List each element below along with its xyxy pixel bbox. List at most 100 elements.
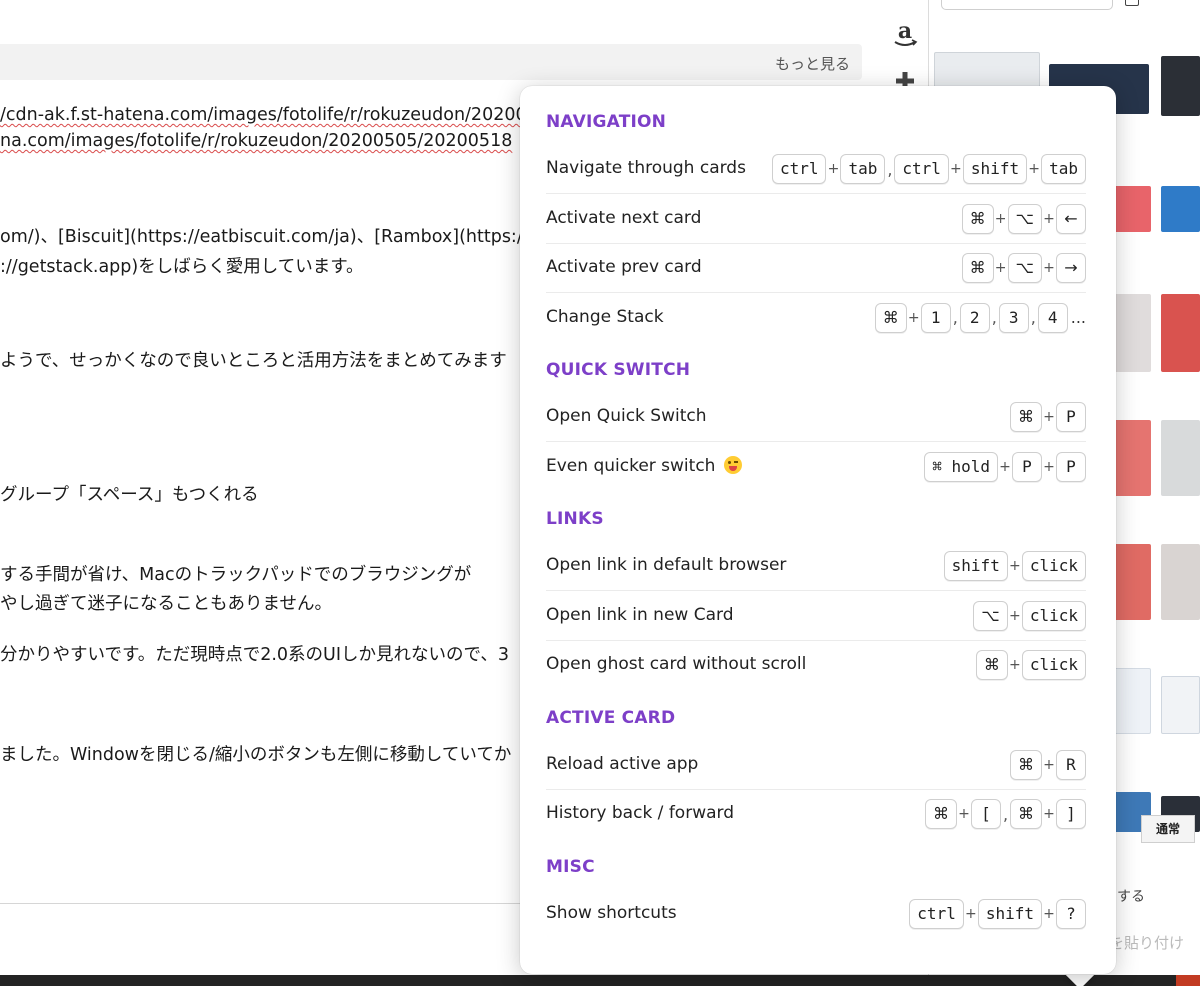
key-cap: → [1056, 253, 1086, 283]
section-title-quick-switch: QUICK SWITCH [546, 360, 691, 380]
shortcut-row-activate-prev-card: Activate prev card ⌘ + ⌥ + → [546, 244, 1086, 293]
key-cap: ⌘ [925, 799, 957, 829]
shortcut-keys: ⌘ hold + P + P [924, 451, 1086, 482]
key-cap: ⌘ [961, 253, 994, 283]
normal-mode-button[interactable]: 通常 [1141, 815, 1195, 843]
shortcut-keys: ctrl + shift +? [909, 898, 1086, 929]
keyboard-shortcuts-popup: NAVIGATION Navigate through cards ctrl + tab… [520, 86, 1116, 974]
more-link[interactable]: もっと見る [775, 53, 850, 74]
key-separator-plus: + [1043, 260, 1055, 276]
shortcut-keys: ctrl + tab, ctrl + shift + tab [771, 154, 1086, 184]
editor-line: する手間が省け、Macのトラックパッドでのブラウジングが [0, 565, 472, 585]
key-cap: 2 [959, 302, 990, 333]
image-source-select[interactable] [941, 0, 1113, 10]
key-cap: ← [1056, 203, 1086, 234]
key-cap: P [1056, 402, 1086, 432]
shortcut-keys: ⌘ + P [1010, 402, 1086, 432]
key-cap: ⌥ [1007, 253, 1042, 283]
key-separator-plus: + [950, 161, 962, 177]
image-thumbnail[interactable] [1161, 294, 1200, 372]
image-thumbnail[interactable] [1161, 420, 1200, 496]
editor-line: グループ「スペース」もつくれる [0, 485, 259, 505]
editor-line: om/)、[Biscuit](https://eatbiscuit.com/ja… [0, 227, 536, 247]
key-separator-plus: + [1043, 905, 1055, 922]
shortcut-row-open-link-in-default-browser: Open link in default browser shift + click [546, 542, 1086, 591]
shortcut-keys: ⌘ + ⌥ + → [961, 253, 1086, 283]
editor-topbar [0, 0, 890, 44]
shortcut-keys: ⌥ + click [973, 600, 1086, 631]
shortcut-label: Navigate through cards [546, 158, 746, 178]
key-separator-plus: + [994, 210, 1007, 227]
key-separator-plus: + [827, 161, 840, 177]
editor-line: やし過ぎて迷子になることもありません。 [0, 594, 332, 614]
shortcut-keys: ⌘ +[, ⌘ +] [925, 799, 1086, 829]
image-thumbnail[interactable] [1161, 186, 1200, 232]
key-separator-plus: + [994, 260, 1007, 276]
more-bar: もっと見る [0, 44, 862, 80]
bottom-bar-accent [1176, 975, 1200, 986]
key-cap: ctrl [909, 898, 964, 929]
shortcut-row-even-quicker-switch: Even quicker switch ⌘ hold + P + P [546, 443, 1086, 492]
shortcut-keys: ⌘ + ⌥ + ← [961, 203, 1086, 234]
image-thumbnail[interactable] [1111, 186, 1151, 232]
key-separator-plus: + [999, 458, 1011, 475]
shortcut-row-history-back-forward: History back / forward ⌘ +[, ⌘ +] [546, 790, 1086, 839]
key-separator-plus: + [1008, 558, 1021, 574]
key-cap: shift [977, 898, 1042, 929]
key-separator-comma: , [952, 308, 958, 327]
shortcut-keys: shift + click [943, 551, 1086, 581]
shortcut-label: Even quicker switch [546, 455, 742, 476]
key-separator-plus: + [1043, 409, 1055, 425]
key-cap: 4 [1037, 302, 1068, 333]
key-cap: P [1012, 451, 1042, 482]
key-cap: R [1056, 749, 1086, 780]
shortcut-row-navigate-through-cards: Navigate through cards ctrl + tab, ctrl + shif… [546, 145, 1086, 194]
shortcut-label: Activate next card [546, 207, 702, 228]
editor-line: na.com/images/fotolife/r/rokuzeudon/2020… [0, 131, 513, 151]
image-thumbnail[interactable] [1161, 676, 1200, 734]
shortcut-label: Open link in new Card [546, 604, 734, 625]
shortcut-label: Reload active app [546, 753, 699, 774]
editor-line: ://getstack.app)をしばらく愛用しています。 [0, 257, 364, 277]
key-cap: click [1021, 600, 1086, 631]
key-cap: tab [1041, 154, 1086, 184]
key-cap: shift [962, 154, 1028, 184]
svg-text:a: a [898, 20, 912, 44]
editor-line: 分かりやすいです。ただ現時点で2.0系のUIしか見れないので、3 [0, 645, 509, 665]
section-title-links: LINKS [546, 509, 604, 529]
section-title-active-card: ACTIVE CARD [546, 707, 676, 728]
key-separator-plus: + [1028, 161, 1040, 177]
key-separator-plus: + [958, 806, 970, 822]
key-separator-comma: , [1030, 308, 1036, 327]
panel-toggle-icon[interactable] [1125, 0, 1139, 6]
key-separator-plus: + [1043, 458, 1055, 475]
key-cap: ⌘ hold [924, 451, 998, 482]
key-cap: click [1021, 650, 1086, 680]
bottom-bar [0, 975, 1200, 986]
key-cap: tab [840, 154, 886, 184]
amazon-icon[interactable]: a [892, 18, 918, 54]
key-separator-plus: + [1008, 607, 1021, 624]
shortcut-label: Open link in default browser [546, 555, 787, 575]
key-separator-comma: , [1002, 804, 1009, 824]
key-separator-plus: + [1008, 657, 1021, 673]
editor-line: /cdn-ak.f.st-hatena.com/images/fotolife/… [0, 105, 527, 125]
shortcut-keys: ⌘ + click [975, 650, 1086, 680]
editor-line: ました。Windowを閉じる/縮小のボタンも左側に移動していてか [0, 745, 512, 765]
key-cap: ⌘ [1010, 799, 1042, 829]
key-cap: ⌥ [1007, 203, 1042, 234]
shortcut-label: Activate prev card [546, 257, 702, 277]
key-ellipsis: ... [1070, 308, 1086, 327]
winking-face-tongue-icon [723, 455, 742, 474]
section-title-navigation: NAVIGATION [546, 112, 667, 132]
key-separator-plus: + [1043, 806, 1055, 822]
shortcut-label: History back / forward [546, 803, 734, 823]
image-thumbnail[interactable] [1161, 544, 1200, 620]
shortcut-row-activate-next-card: Activate next card ⌘ + ⌥ + ← [546, 195, 1086, 244]
shortcut-keys: ⌘ + R [1010, 749, 1086, 780]
key-cap: 1 [920, 302, 951, 333]
paste-button-label[interactable]: を貼り付け [1109, 932, 1184, 953]
shortcut-row-open-ghost-card-without-scroll: Open ghost card without scroll ⌘ + click [546, 641, 1086, 690]
image-thumbnail[interactable] [1161, 56, 1200, 116]
key-cap: ⌥ [973, 600, 1008, 631]
